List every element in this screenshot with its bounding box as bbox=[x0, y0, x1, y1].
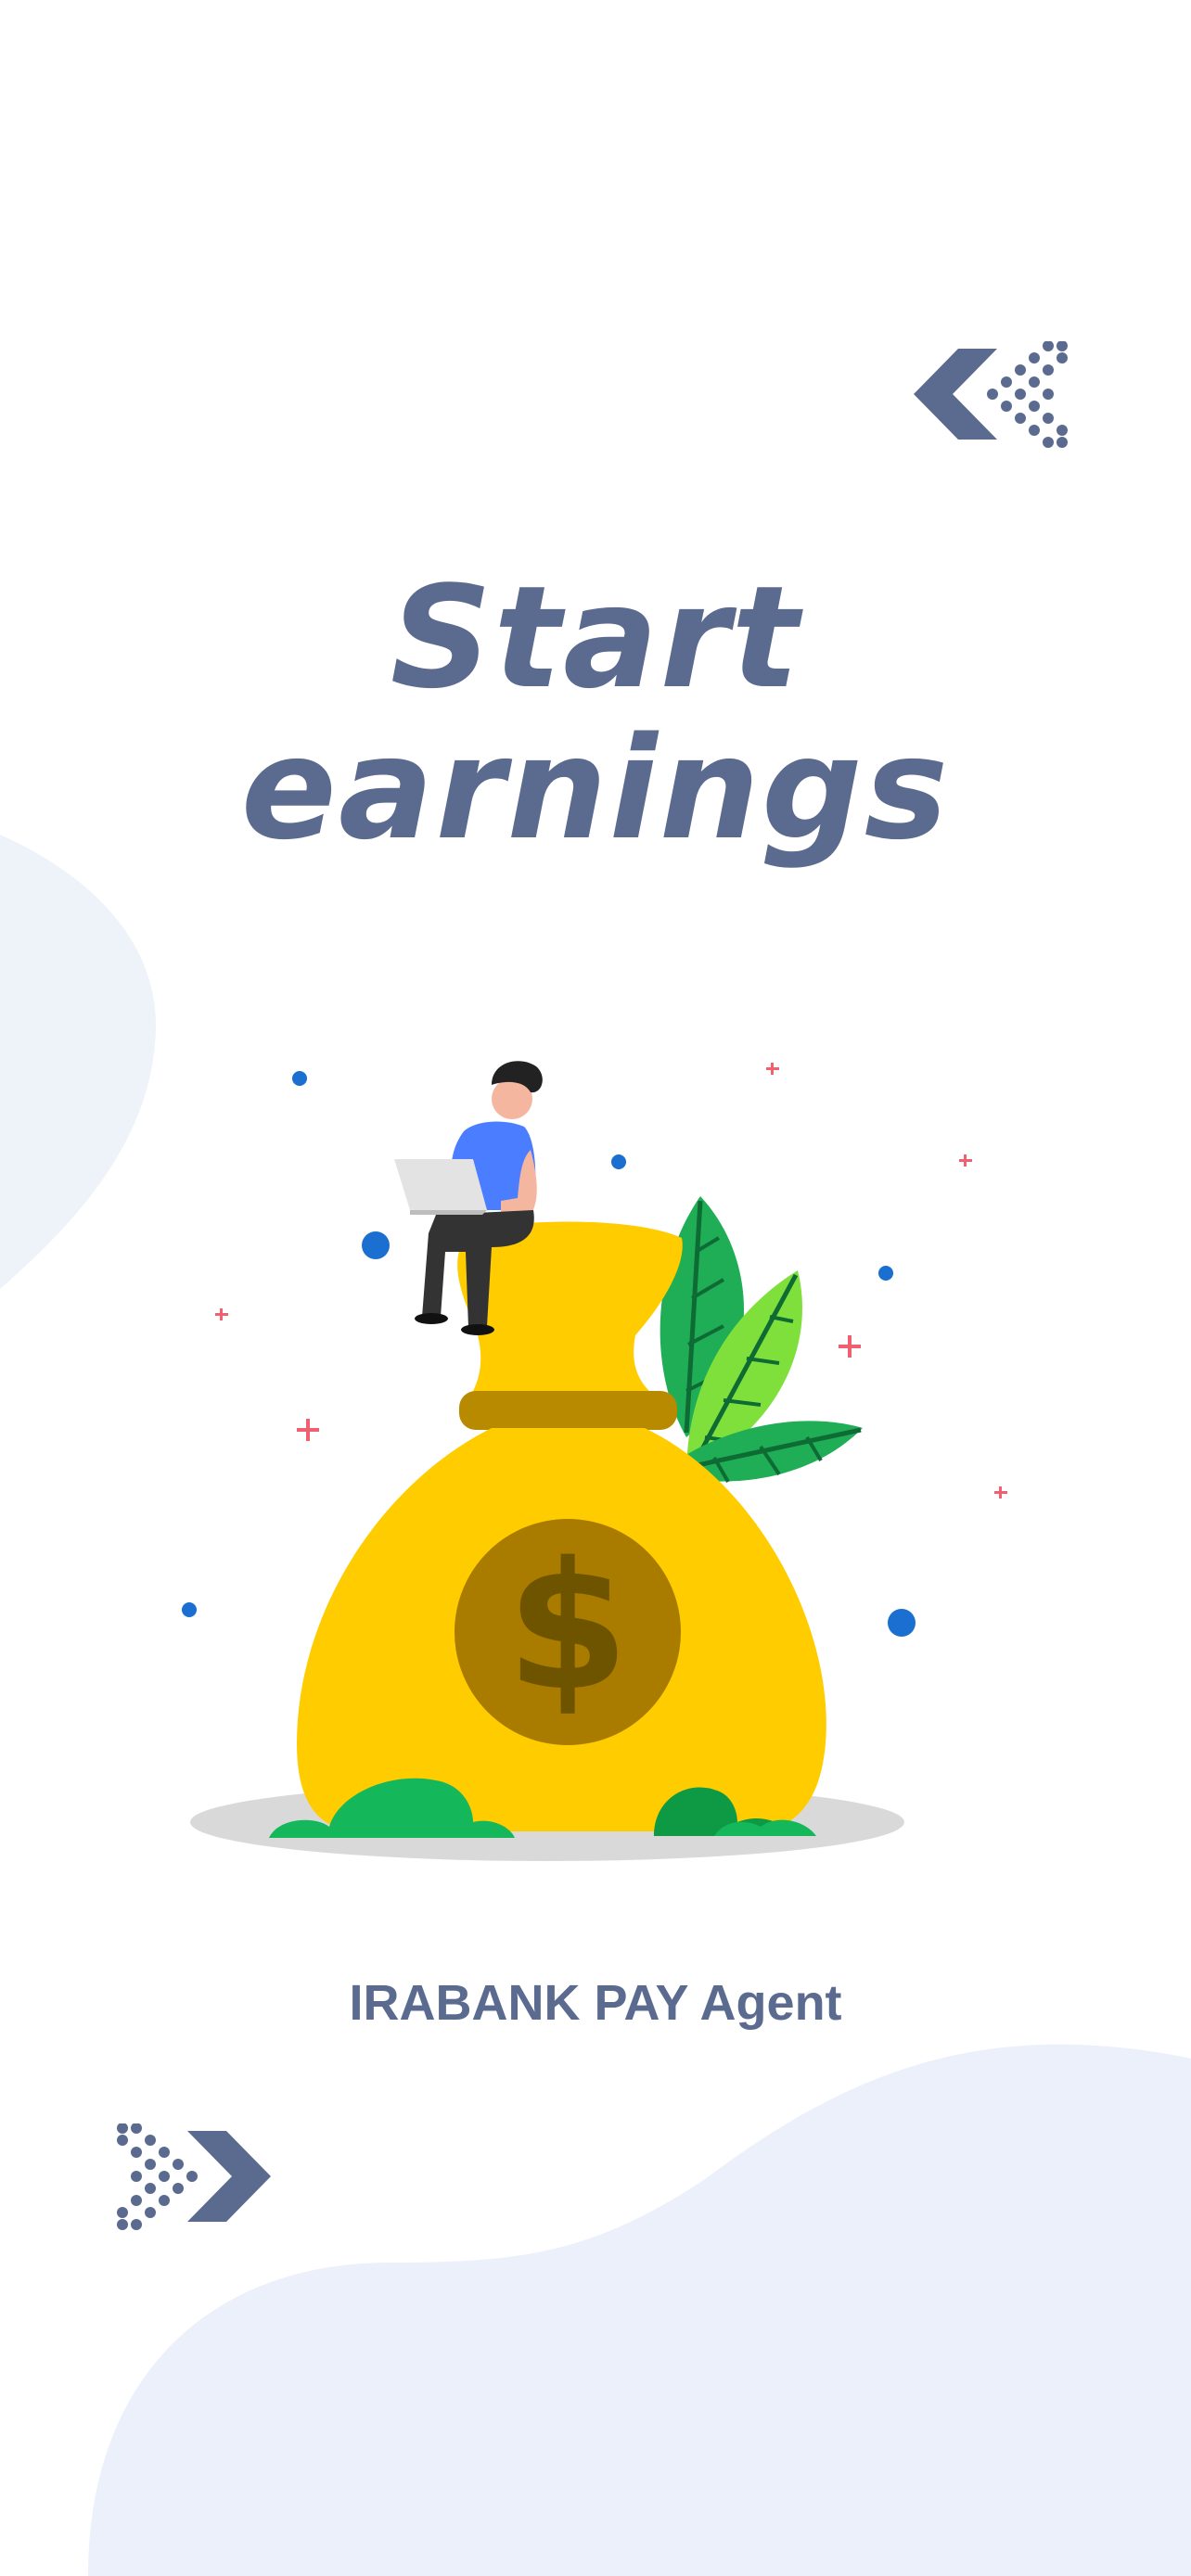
money-bag-illustration: $ bbox=[182, 1061, 916, 1861]
back-button[interactable] bbox=[914, 340, 1071, 448]
bag-tie bbox=[459, 1391, 677, 1430]
dollar-symbol-icon: $ bbox=[506, 1524, 629, 1729]
leaves-decoration bbox=[659, 1196, 863, 1483]
page-title-line-1: Start bbox=[390, 555, 801, 720]
next-button[interactable] bbox=[113, 2123, 271, 2230]
double-chevron-right-icon bbox=[117, 2123, 271, 2230]
page-title-line-2: earnings bbox=[240, 707, 951, 871]
double-chevron-left-icon bbox=[914, 340, 1068, 448]
brand-label: IRABANK PAY Agent bbox=[349, 1975, 842, 2031]
plus-sparkle-icons-right bbox=[959, 1154, 1007, 1498]
